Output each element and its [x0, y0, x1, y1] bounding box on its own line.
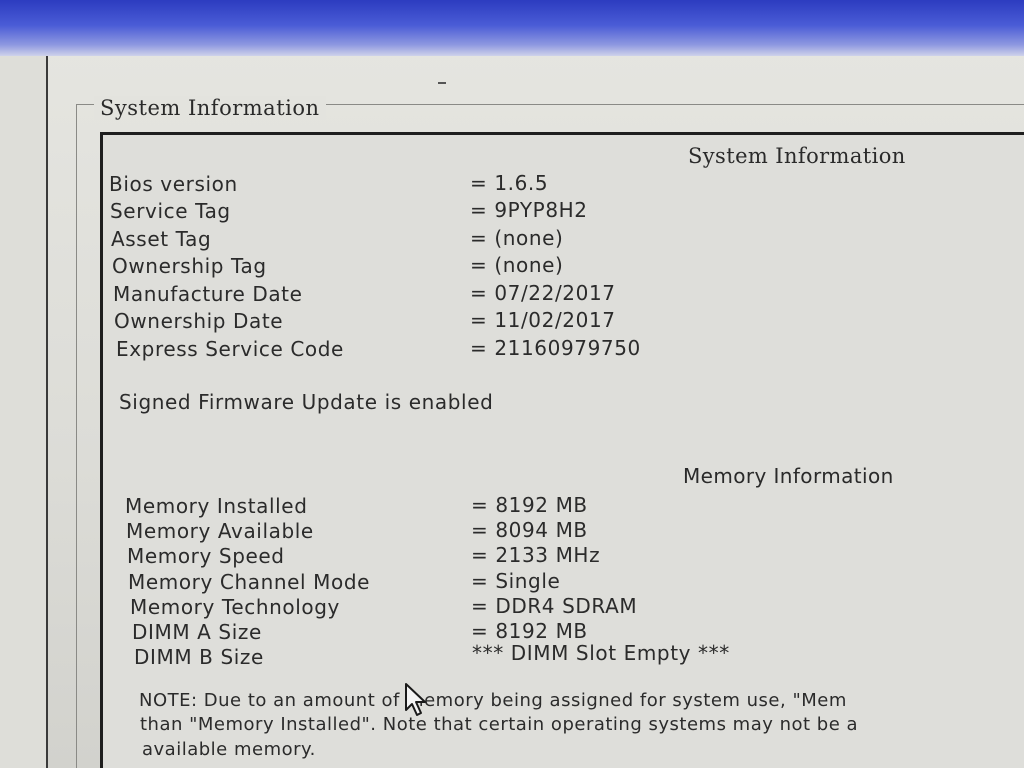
memory-installed-label: Memory Installed [125, 494, 308, 518]
memory-speed-value: = 2133 MHz [471, 543, 601, 567]
ownership-tag-label: Ownership Tag [112, 254, 267, 278]
divider [438, 82, 446, 84]
ownership-date-value: = 11/02/2017 [470, 308, 616, 332]
bios-version-label: Bios version [109, 172, 238, 196]
dimm-b-size-value: *** DIMM Slot Empty *** [472, 641, 730, 665]
service-tag-label: Service Tag [110, 199, 231, 223]
memory-note-line-2: than "Memory Installed". Note that certa… [140, 714, 859, 735]
dimm-a-size-label: DIMM A Size [132, 620, 262, 644]
bios-version-value: = 1.6.5 [470, 171, 549, 195]
mouse-pointer-icon [405, 683, 426, 716]
ownership-date-label: Ownership Date [114, 309, 284, 333]
memory-channel-mode-label: Memory Channel Mode [128, 570, 371, 594]
memory-installed-value: = 8192 MB [471, 493, 588, 517]
dimm-a-size-value: = 8192 MB [471, 619, 588, 643]
title-bar [0, 0, 1024, 56]
settings-tree-panel[interactable] [0, 56, 48, 768]
group-title: System Information [94, 96, 326, 120]
dimm-b-size-label: DIMM B Size [134, 645, 264, 669]
manufacture-date-value: = 07/22/2017 [470, 281, 616, 305]
memory-channel-mode-value: = Single [471, 569, 561, 593]
memory-available-value: = 8094 MB [471, 518, 588, 542]
manufacture-date-label: Manufacture Date [113, 282, 303, 306]
memory-technology-value: = DDR4 SDRAM [471, 594, 638, 618]
system-information-heading: System Information [688, 144, 906, 168]
memory-available-label: Memory Available [126, 519, 314, 543]
asset-tag-label: Asset Tag [111, 227, 212, 251]
firmware-update-notice: Signed Firmware Update is enabled [119, 390, 494, 414]
memory-technology-label: Memory Technology [130, 595, 340, 619]
memory-speed-label: Memory Speed [127, 544, 285, 568]
bios-setup-screen: System Information System Information Bi… [0, 0, 1024, 768]
service-tag-value: = 9PYP8H2 [470, 198, 588, 222]
memory-note-line-3: available memory. [142, 739, 316, 760]
express-service-code-label: Express Service Code [116, 337, 344, 361]
memory-information-heading: Memory Information [683, 464, 894, 488]
ownership-tag-value: = (none) [470, 253, 564, 277]
memory-note-line-1: NOTE: Due to an amount of memory being a… [139, 690, 847, 711]
asset-tag-value: = (none) [470, 226, 564, 250]
express-service-code-value: = 21160979750 [470, 336, 641, 360]
